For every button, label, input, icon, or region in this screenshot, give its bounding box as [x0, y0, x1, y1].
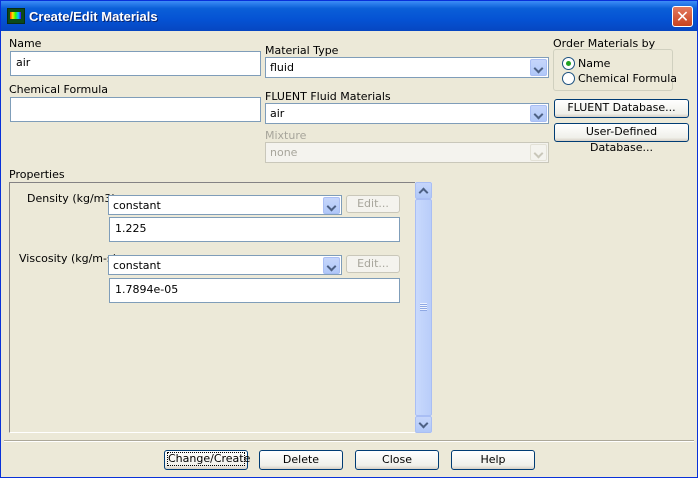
scroll-up-icon[interactable]	[415, 182, 432, 199]
density-edit-button: Edit...	[346, 195, 400, 213]
viscosity-method-value: constant	[113, 259, 161, 272]
material-type-dropdown[interactable]: fluid	[265, 57, 549, 78]
viscosity-value-input[interactable]: 1.7894e-05	[109, 278, 400, 303]
chemical-formula-label: Chemical Formula	[9, 83, 109, 96]
fluent-database-button[interactable]: FLUENT Database...	[554, 99, 689, 118]
help-label: Help	[480, 453, 506, 466]
fluent-fluid-materials-value: air	[270, 107, 285, 120]
chemical-formula-input[interactable]	[10, 97, 261, 122]
footer-divider	[4, 440, 694, 442]
density-label: Density (kg/m3)	[27, 192, 116, 205]
close-label: Close	[382, 453, 412, 466]
chevron-down-icon[interactable]	[323, 257, 340, 274]
title-bar[interactable]: Create/Edit Materials ✕	[1, 1, 697, 31]
name-label: Name	[9, 37, 42, 50]
viscosity-label: Viscosity (kg/m-s)	[19, 252, 118, 265]
density-method-value: constant	[113, 199, 161, 212]
close-icon: ✕	[675, 7, 690, 26]
order-by-formula-radio[interactable]	[562, 72, 575, 85]
user-defined-database-label: User-Defined Database...	[585, 125, 658, 154]
chevron-down-icon[interactable]	[530, 59, 547, 76]
scroll-thumb[interactable]	[415, 199, 432, 416]
mixture-value: none	[270, 146, 298, 159]
fluent-database-label: FLUENT Database...	[567, 101, 676, 114]
chevron-down-icon[interactable]	[530, 105, 547, 122]
help-button[interactable]: Help	[451, 450, 535, 470]
change-create-label: Change/Create	[167, 452, 251, 466]
density-edit-label: Edit...	[357, 197, 389, 210]
material-type-label: Material Type	[265, 44, 339, 57]
fluent-fluid-materials-label: FLUENT Fluid Materials	[265, 90, 391, 103]
chevron-down-icon	[530, 144, 547, 161]
properties-scrollbar[interactable]	[415, 182, 432, 433]
delete-label: Delete	[282, 453, 320, 466]
mixture-label: Mixture	[265, 129, 307, 142]
fluent-app-icon	[7, 8, 25, 24]
fluent-fluid-materials-dropdown[interactable]: air	[265, 103, 549, 124]
material-type-value: fluid	[270, 61, 294, 74]
order-by-name-radio[interactable]	[562, 57, 575, 70]
properties-label: Properties	[9, 168, 65, 181]
scroll-down-icon[interactable]	[415, 416, 432, 433]
name-input[interactable]: air	[10, 51, 261, 76]
density-method-dropdown[interactable]: constant	[108, 195, 342, 215]
viscosity-edit-label: Edit...	[357, 257, 389, 270]
delete-button[interactable]: Delete	[259, 450, 343, 470]
close-button[interactable]: Close	[355, 450, 439, 470]
user-defined-database-button[interactable]: User-Defined Database...	[554, 123, 689, 154]
order-by-formula-label[interactable]: Chemical Formula	[578, 72, 677, 85]
window-title: Create/Edit Materials	[29, 9, 158, 24]
order-by-name-label[interactable]: Name	[578, 57, 610, 70]
create-edit-materials-window: Create/Edit Materials ✕ Name air Chemica…	[0, 0, 698, 478]
mixture-dropdown: none	[265, 142, 549, 163]
chevron-down-icon[interactable]	[323, 197, 340, 214]
change-create-button[interactable]: Change/Create	[164, 450, 251, 470]
close-window-button[interactable]: ✕	[672, 6, 693, 27]
viscosity-edit-button: Edit...	[346, 255, 400, 273]
density-value-input[interactable]: 1.225	[109, 217, 400, 242]
viscosity-method-dropdown[interactable]: constant	[108, 255, 342, 275]
